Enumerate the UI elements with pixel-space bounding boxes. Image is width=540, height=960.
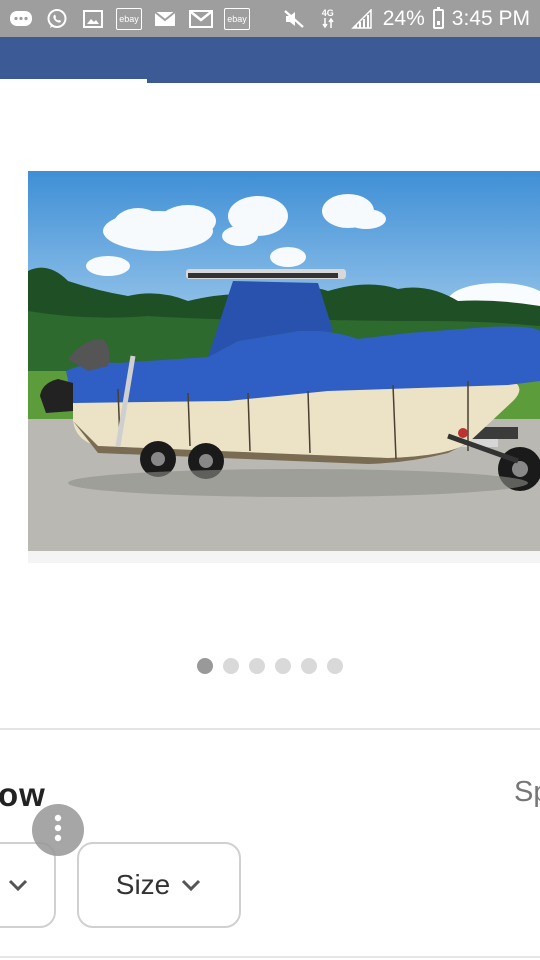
signal-icon xyxy=(349,8,375,30)
network-type-label: 4G xyxy=(321,8,334,18)
size-filter-dropdown[interactable]: Size xyxy=(77,842,241,928)
battery-icon xyxy=(432,6,444,29)
chevron-down-icon xyxy=(180,878,202,892)
4g-lte-icon: 4G xyxy=(315,8,341,30)
battery-percent: 24% xyxy=(382,6,425,30)
gallery-icon xyxy=(80,8,106,30)
bottom-divider xyxy=(0,956,540,958)
email-icon xyxy=(152,8,178,30)
mute-icon xyxy=(281,8,307,30)
size-filter-label: Size xyxy=(115,869,171,900)
section-divider xyxy=(0,728,540,730)
whatsapp-icon xyxy=(44,8,70,30)
carousel-dot[interactable] xyxy=(223,658,239,674)
status-bar: ebay ebay 4G 24% 3:45 PM xyxy=(0,0,540,37)
carousel-dot[interactable] xyxy=(275,658,291,674)
carousel-dot[interactable] xyxy=(249,658,265,674)
filter-dropdown[interactable] xyxy=(0,842,56,928)
image-carousel[interactable] xyxy=(0,83,540,711)
carousel-dot[interactable] xyxy=(327,658,343,674)
messages-icon xyxy=(8,8,34,30)
app-bar xyxy=(0,37,540,83)
section-link-fragment[interactable]: Sp xyxy=(514,776,540,809)
clock: 3:45 PM xyxy=(451,6,530,30)
section-title: ow xyxy=(0,776,46,813)
more-vert-icon xyxy=(54,814,62,847)
more-options-button[interactable] xyxy=(32,804,84,856)
system-icons: 4G 24% 3:45 PM xyxy=(281,6,540,31)
carousel-pagination xyxy=(0,658,540,674)
carousel-dot[interactable] xyxy=(301,658,317,674)
boat-cover-image[interactable] xyxy=(28,171,540,563)
chevron-down-icon xyxy=(7,878,29,892)
notification-icons: ebay ebay xyxy=(0,7,250,30)
ebay-icon: ebay xyxy=(116,7,142,30)
ebay-icon: ebay xyxy=(224,7,250,30)
gmail-icon xyxy=(188,8,214,30)
carousel-dot[interactable] xyxy=(197,658,213,674)
